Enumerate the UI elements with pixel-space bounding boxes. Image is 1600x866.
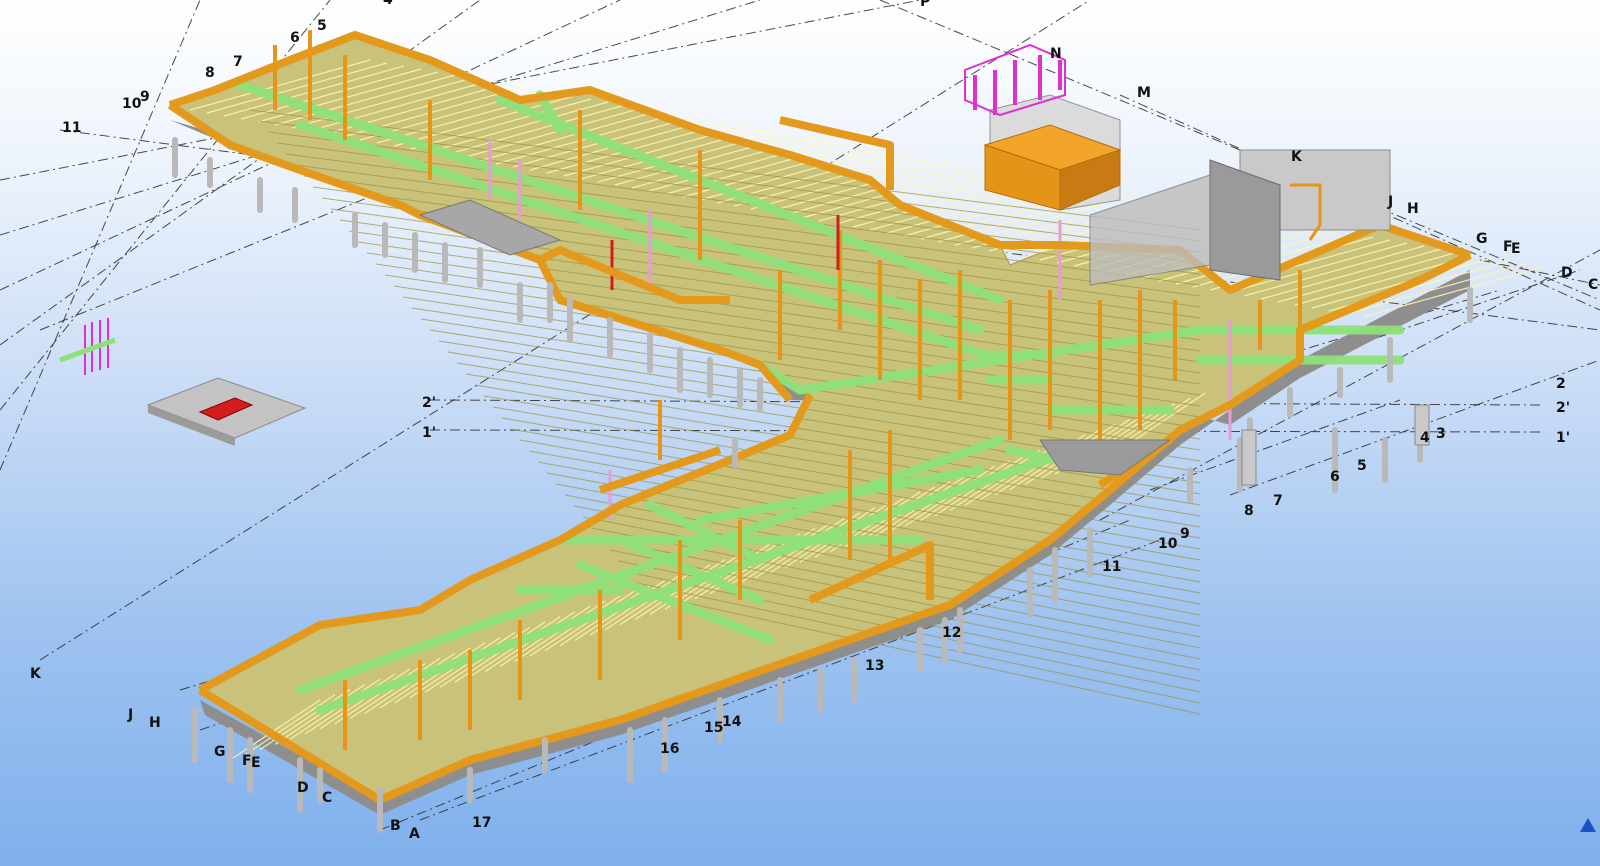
grid-label-rn-1': 1': [1556, 430, 1570, 446]
grid-label-right-E: E: [1511, 241, 1521, 257]
column-8: [1241, 429, 1257, 486]
grid-label-right-N: N: [1050, 46, 1062, 62]
building-model: [59, 30, 1544, 833]
grid-label-bottom-13: 13: [865, 658, 884, 674]
grid-label-bottom-15: 15: [704, 720, 723, 736]
grid-label-rn-11: 11: [1102, 559, 1121, 575]
grid-label-right-D: D: [1561, 265, 1573, 281]
grid-label-top-P: P: [920, 0, 930, 10]
3d-model-viewport[interactable]: 4 5 6 7 8 9 10 11 P N M K J H G F E D C 2 2' 1' 3 4 5 6 7 8 9 10 11 2' 1…: [0, 0, 1600, 866]
grid-label-rn-7: 7: [1273, 493, 1283, 509]
grid-label-rn-9: 9: [1180, 526, 1190, 542]
grid-label-rn-2: 2: [1556, 376, 1566, 392]
grid-label-bottom-14: 14: [722, 714, 742, 730]
grid-label-right-H: H: [1407, 201, 1419, 217]
grid-label-rn-4: 4: [1420, 430, 1430, 446]
grid-label-top-11: 11: [62, 120, 81, 136]
grid-label-bottom-16: 16: [660, 741, 679, 757]
grid-label-rn-10: 10: [1158, 536, 1178, 552]
grid-label-rn-8: 8: [1244, 503, 1254, 519]
grid-label-letter-K: K: [30, 666, 42, 682]
grid-label-bottom-12: 12: [942, 625, 961, 641]
green-member: [59, 337, 116, 363]
grid-label-right-J: J: [1387, 194, 1393, 210]
grid-label-top-4: 4: [383, 0, 393, 8]
grid-label-letter-H: H: [149, 715, 161, 731]
grid-label-letter-D: D: [297, 780, 309, 796]
grid-label-top-6: 6: [290, 30, 300, 46]
grid-label-2prime: 2': [422, 395, 436, 411]
structural-model-canvas[interactable]: 4567891011PNMKJ HG FEDC22'1'345678910112'1…: [0, 0, 1600, 866]
grid-label-rn-2': 2': [1556, 400, 1570, 416]
grid-label-rn-3: 3: [1436, 426, 1446, 442]
grid-label-right-G: G: [1476, 231, 1488, 247]
grid-label-top-5: 5: [317, 18, 327, 34]
grid-label-top-10: 10: [122, 96, 142, 112]
grid-label-top-7: 7: [233, 54, 243, 70]
view-cube-triangle-icon[interactable]: [1580, 818, 1596, 832]
grid-label-letter-G: G: [214, 744, 226, 760]
grid-label-letter-J: J: [127, 707, 133, 723]
grid-label-top-8: 8: [205, 65, 215, 81]
grid-label-letter-B: B: [390, 818, 401, 834]
grid-label-right-M: M: [1137, 85, 1151, 101]
grid-label-right-C: C: [1588, 277, 1598, 293]
grid-label-rn-6: 6: [1330, 469, 1340, 485]
grid-label-letter-C: C: [322, 790, 332, 806]
grid-label-1prime: 1': [422, 425, 436, 441]
grid-label-rn-5: 5: [1357, 458, 1367, 474]
grid-label-right-K: K: [1291, 149, 1303, 165]
grid-label-letter-A: A: [409, 826, 420, 842]
grid-label-bottom-17: 17: [472, 815, 491, 831]
grid-label-letter-E: E: [251, 755, 261, 771]
